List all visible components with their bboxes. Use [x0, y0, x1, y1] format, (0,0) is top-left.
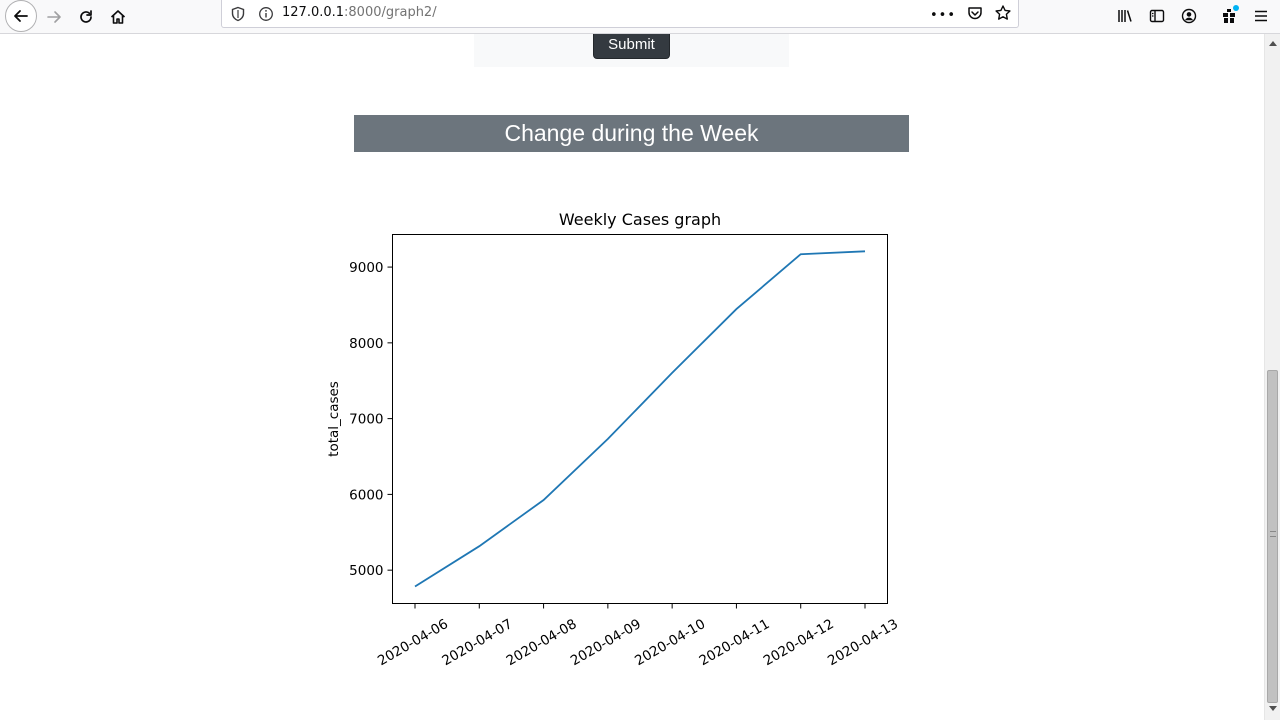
reload-icon	[80, 10, 92, 23]
y-tick-label: 8000	[349, 336, 383, 352]
chart-title: Weekly Cases graph	[559, 210, 721, 229]
x-tick-label: 2020-04-11	[696, 616, 772, 669]
x-tick-label: 2020-04-13	[825, 616, 901, 669]
hamburger-menu-icon[interactable]	[1248, 3, 1274, 29]
y-tick-label: 7000	[349, 412, 383, 428]
forward-button[interactable]	[40, 3, 68, 31]
reload-button[interactable]	[72, 3, 100, 31]
url-host: 127.0.0.1	[282, 5, 345, 20]
x-tick-label: 2020-04-10	[632, 616, 708, 669]
url-bar[interactable]: 127.0.0.1:8000/graph2/ •••	[221, 0, 1019, 28]
y-axis: 5000 6000 7000 8000 9000	[349, 260, 393, 579]
y-tick-label: 5000	[349, 563, 383, 579]
x-tick-label: 2020-04-06	[375, 616, 451, 669]
page-actions-menu-icon[interactable]: •••	[930, 8, 956, 23]
x-axis: 2020-04-062020-04-072020-04-082020-04-09…	[375, 603, 901, 669]
extensions-gift-icon[interactable]	[1216, 3, 1242, 29]
scroll-down-arrow-icon[interactable]	[1265, 704, 1280, 714]
scrollbar-thumb[interactable]	[1267, 370, 1278, 703]
toolbar-far-right	[1216, 3, 1274, 29]
chart-svg: Weekly Cases graph total_cases 5000 6000 7…	[326, 210, 901, 669]
forward-arrow-icon	[47, 11, 61, 23]
browser-toolbar: 127.0.0.1:8000/graph2/ •••	[0, 0, 1280, 34]
home-icon	[110, 10, 126, 24]
vertical-scrollbar[interactable]	[1264, 34, 1280, 720]
notification-dot	[1233, 5, 1239, 11]
section-title: Change during the Week	[354, 115, 909, 152]
toolbar-right-tools	[1112, 3, 1202, 29]
account-icon[interactable]	[1176, 3, 1202, 29]
url-path: :8000/graph2/	[344, 5, 437, 20]
page-content: Submit Change during the Week Weekly Cas…	[0, 34, 1264, 720]
tracking-shield-icon[interactable]	[230, 6, 246, 26]
scrollbar-grip-icon	[1270, 531, 1276, 537]
weekly-cases-chart: Weekly Cases graph total_cases 5000 6000 7…	[320, 200, 920, 690]
plot-area	[392, 234, 888, 604]
submit-button[interactable]: Submit	[593, 34, 670, 59]
back-button[interactable]	[5, 0, 37, 32]
home-button[interactable]	[104, 3, 132, 31]
x-tick-label: 2020-04-07	[439, 616, 515, 669]
url-text[interactable]: 127.0.0.1:8000/graph2/	[282, 5, 437, 20]
y-axis-label: total_cases	[326, 381, 342, 457]
scroll-up-arrow-icon[interactable]	[1265, 38, 1280, 48]
url-actions: •••	[930, 4, 1012, 26]
sidebar-icon[interactable]	[1144, 3, 1170, 29]
x-tick-label: 2020-04-08	[504, 616, 580, 669]
library-icon[interactable]	[1112, 3, 1138, 29]
site-info-icon[interactable]	[258, 6, 274, 26]
pocket-icon[interactable]	[966, 4, 984, 26]
y-tick-label: 9000	[349, 260, 383, 276]
back-arrow-icon	[14, 10, 28, 22]
x-tick-label: 2020-04-12	[761, 616, 837, 669]
x-tick-label: 2020-04-09	[568, 616, 644, 669]
y-tick-label: 6000	[349, 487, 383, 503]
bookmark-star-icon[interactable]	[994, 4, 1012, 26]
